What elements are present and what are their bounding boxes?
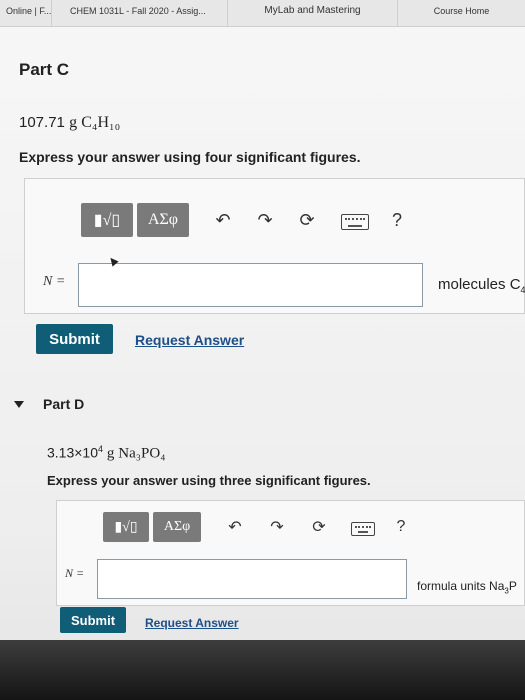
part-d-units: formula units Na3P <box>417 579 525 595</box>
part-c-units-label: molecules C <box>438 276 521 293</box>
part-d-title: Part D <box>43 396 85 412</box>
redo-icon[interactable]: ↷ <box>249 204 281 236</box>
part-c-mass-unit: g <box>69 114 78 131</box>
browser-tab-bar: Online | F... CHEM 1031L - Fall 2020 - A… <box>0 0 525 27</box>
symbols-button[interactable]: ΑΣφ <box>153 512 201 542</box>
part-d-instruction: Express your answer using three signific… <box>47 473 371 488</box>
part-d-mass-prefix: 3.13×10 <box>47 444 98 461</box>
part-c-title: Part C <box>19 60 70 79</box>
part-c-math-toolbar: ▮√▯ ΑΣφ ↶ ↷ ⟳ ? <box>81 202 413 238</box>
part-d-answer-panel: ▮√▯ ΑΣφ ↶ ↷ ⟳ ? N = formula units Na3P <box>56 500 525 606</box>
tab-chem-1031l[interactable]: CHEM 1031L - Fall 2020 - Assig... <box>52 0 228 26</box>
keyboard-icon[interactable] <box>347 511 379 543</box>
part-c-input-label: N = <box>43 274 66 289</box>
part-d-math-toolbar: ▮√▯ ΑΣφ ↶ ↷ ⟳ ? <box>103 509 417 545</box>
reset-icon[interactable]: ⟳ <box>291 204 323 236</box>
part-c-units-subscript: 4 <box>520 285 525 295</box>
part-c-mass-value: 107.71 <box>19 114 65 131</box>
part-c-mass: 107.71 g C₄H₁₀ <box>19 114 120 132</box>
part-c-answer-input[interactable] <box>78 263 423 307</box>
part-d-mass-unit: g <box>106 445 115 462</box>
part-d-units-label: formula units Na <box>417 579 505 593</box>
template-button[interactable]: ▮√▯ <box>81 203 133 237</box>
part-d-mass-exponent: 4 <box>98 444 104 454</box>
keyboard-icon[interactable] <box>339 204 371 236</box>
undo-icon[interactable]: ↶ <box>207 204 239 236</box>
part-c-formula: C₄H₁₀ <box>81 114 121 131</box>
part-d-answer-input[interactable] <box>97 559 407 599</box>
template-button[interactable]: ▮√▯ <box>103 512 149 542</box>
part-c-answer-panel: ▮√▯ ΑΣφ ↶ ↷ ⟳ ? N = molecules C4 <box>24 178 525 314</box>
part-d-mass: 3.13×104 g Na₃PO₄ <box>47 444 165 463</box>
tab-online[interactable]: Online | F... <box>0 0 52 26</box>
screen-bottom-bezel <box>0 640 525 700</box>
part-d-formula: Na₃PO₄ <box>118 445 166 462</box>
symbols-button[interactable]: ΑΣφ <box>137 203 189 237</box>
keyboard-shape <box>341 214 369 230</box>
redo-icon[interactable]: ↷ <box>261 511 293 543</box>
browser-screen: Online | F... CHEM 1031L - Fall 2020 - A… <box>0 0 525 700</box>
part-d-units-suffix: P <box>508 579 517 593</box>
part-c-instruction: Express your answer using four significa… <box>19 149 361 165</box>
help-icon[interactable]: ? <box>385 511 417 543</box>
tab-course-home[interactable]: Course Home <box>398 0 525 26</box>
part-d-submit-button[interactable]: Submit <box>60 607 126 633</box>
keyboard-shape <box>351 522 375 536</box>
part-c-units: molecules C4 <box>438 276 525 295</box>
reset-icon[interactable]: ⟳ <box>303 511 335 543</box>
part-c-request-answer-link[interactable]: Request Answer <box>135 332 244 348</box>
part-d-input-label: N = <box>65 566 85 580</box>
tab-mylab-mastering[interactable]: MyLab and Mastering <box>228 0 398 26</box>
part-d-request-answer-link[interactable]: Request Answer <box>145 616 239 630</box>
undo-icon[interactable]: ↶ <box>219 511 251 543</box>
help-icon[interactable]: ? <box>381 204 413 236</box>
collapse-icon[interactable] <box>14 401 24 408</box>
part-c-submit-button[interactable]: Submit <box>36 324 113 354</box>
